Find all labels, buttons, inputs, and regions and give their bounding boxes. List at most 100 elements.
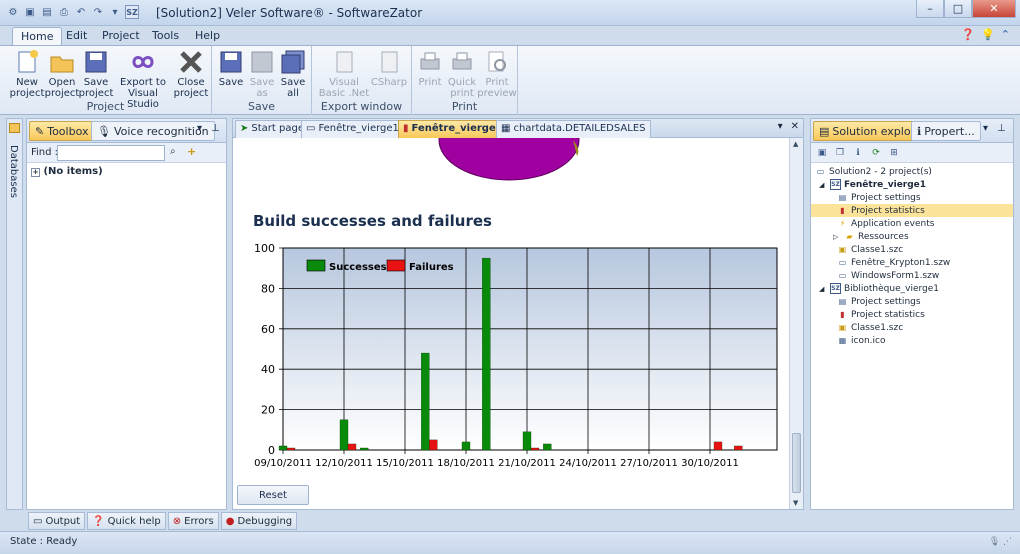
document-tabs: ➤ Start page ▭ Fenêtre_vierge1* ▮ Fenêtr…: [232, 118, 804, 138]
bar-successes: [482, 257, 491, 451]
tree-item[interactable]: ⚡ Application events: [837, 217, 935, 230]
new-project-button[interactable]: New project: [10, 49, 44, 99]
scroll-thumb[interactable]: [792, 433, 801, 493]
open-folder-icon: [50, 56, 74, 73]
save-project-button[interactable]: Save project: [79, 49, 113, 99]
add-icon[interactable]: +: [187, 145, 196, 158]
ribbon-tab-edit[interactable]: Edit: [58, 27, 95, 46]
legend-swatch-failures: [386, 259, 406, 272]
close-doc-icon[interactable]: ✕: [791, 121, 799, 132]
collapse-arrow-icon[interactable]: ◢: [819, 285, 827, 293]
undo-icon[interactable]: ↶: [74, 5, 88, 19]
minimize-button[interactable]: –: [916, 0, 944, 18]
title-bar: ⚙ ▣ ▤ ⎙ ↶ ↷ ▾ SZ [Solution2] Veler Softw…: [0, 0, 1020, 26]
qat-customize-icon[interactable]: ▾: [108, 5, 122, 19]
save-as-button[interactable]: Save as: [248, 49, 276, 99]
scroll-up-icon[interactable]: ▲: [793, 140, 798, 148]
y-tick-label: 80: [261, 282, 275, 295]
collapse-ribbon-icon[interactable]: ⌃: [1001, 28, 1010, 41]
open-project-button[interactable]: Open project: [45, 49, 79, 99]
scroll-down-icon[interactable]: ▼: [793, 499, 798, 507]
tab-solution-explorer[interactable]: ▤ Solution explo...: [813, 121, 927, 141]
tree-item[interactable]: ◢ SZ Bibliothèque_vierge1: [819, 282, 939, 295]
tab-fenetre-vierge1[interactable]: ▮ Fenêtre_vierge1: [398, 120, 508, 138]
tab-properties[interactable]: ℹ Propert...: [911, 121, 981, 141]
tab-chartdata[interactable]: ▦ chartdata.DETAILEDSALES: [496, 120, 651, 138]
refresh-icon[interactable]: ⟳: [869, 146, 883, 159]
find-input[interactable]: [57, 145, 165, 161]
bar-chart: 0 20 40 60 80 100 09/10/2011 12/10/2011 15/10/20…: [254, 242, 778, 469]
ribbon-tab-project[interactable]: Project: [94, 27, 148, 46]
binoculars-icon[interactable]: ⌕: [170, 146, 176, 157]
panel-menu-icon[interactable]: ▾: [983, 123, 988, 134]
close-window-button[interactable]: ✕: [972, 0, 1016, 18]
tree-item[interactable]: ▭ Fenêtre_Krypton1.szw: [837, 256, 951, 269]
events-icon: ⚡: [839, 219, 846, 228]
tab-fenetre-vierge1-modified[interactable]: ▭ Fenêtre_vierge1*: [301, 120, 409, 138]
tree-item-label: icon.ico: [851, 335, 886, 346]
tree-item-label: WindowsForm1.szw: [851, 270, 940, 281]
tree-item[interactable]: ▮ Project statistics: [837, 308, 924, 321]
save-all-icon: [281, 50, 305, 74]
class-icon: ▣: [838, 323, 847, 332]
close-project-button[interactable]: Close project: [174, 49, 208, 99]
print-button[interactable]: Print: [416, 49, 444, 88]
plot-area: [282, 247, 778, 451]
tab-start-page[interactable]: ➤ Start page: [235, 120, 309, 138]
tip-icon[interactable]: 💡: [981, 28, 995, 41]
window-icon: ▭: [306, 123, 316, 134]
tab-output[interactable]: ▭ Output: [28, 512, 86, 530]
ribbon-tabs: Home Edit Project Tools Help ❓ 💡 ⌃: [0, 26, 1020, 46]
print-preview-button[interactable]: Print preview: [477, 49, 517, 99]
save-all-button[interactable]: Save all: [278, 49, 308, 99]
collapse-arrow-icon[interactable]: ◢: [819, 181, 827, 189]
x-tick-label: 09/10/2011: [254, 458, 312, 469]
debug-icon: ●: [225, 515, 235, 527]
show-all-icon[interactable]: ▣: [815, 146, 829, 159]
databases-strip[interactable]: Databases: [6, 118, 23, 510]
bar-successes: [339, 419, 349, 451]
doc-menu-icon[interactable]: ▾: [778, 121, 783, 132]
copy-icon[interactable]: ❐: [833, 146, 847, 159]
tree-item[interactable]: ▭ WindowsForm1.szw: [837, 269, 940, 282]
qat-print-icon[interactable]: ⎙: [57, 5, 71, 19]
add-item-icon[interactable]: ⊞: [887, 146, 901, 159]
bar-failures: [734, 445, 743, 451]
tab-quick-help[interactable]: ❓ Quick help: [87, 512, 166, 530]
tree-item[interactable]: ▷ ▰ Ressources: [833, 230, 909, 243]
tab-debugging[interactable]: ● Debugging: [220, 512, 298, 530]
tree-item[interactable]: ▣ Classe1.szc: [837, 321, 903, 334]
qat-saveall-icon[interactable]: ▤: [40, 5, 54, 19]
reset-button[interactable]: Reset: [237, 485, 309, 505]
ribbon-tab-home[interactable]: Home: [12, 27, 63, 46]
microphone-status-icon[interactable]: 🎙 ⋰: [989, 537, 1012, 547]
tree-item[interactable]: ▦ icon.ico: [837, 334, 886, 347]
quick-print-button[interactable]: Quick print: [446, 49, 478, 99]
ribbon-tab-tools[interactable]: Tools: [144, 27, 187, 46]
panel-menu-icon[interactable]: ▾: [197, 123, 202, 134]
export-vb-button[interactable]: Visual Basic .Net: [318, 49, 370, 99]
qat-save-icon[interactable]: ▣: [23, 5, 37, 19]
export-csharp-button[interactable]: CSharp: [371, 49, 407, 88]
redo-icon[interactable]: ↷: [91, 5, 105, 19]
pin-icon[interactable]: ⊥: [211, 123, 220, 134]
save-button[interactable]: Save: [216, 49, 246, 88]
tree-item[interactable]: ▭ Solution2 - 2 project(s): [815, 165, 932, 178]
help-icon[interactable]: ❓: [961, 28, 975, 41]
tab-toolbox[interactable]: ✎ Toolbox: [29, 121, 95, 141]
tab-errors[interactable]: ⊗ Errors: [167, 512, 219, 530]
info-icon[interactable]: ℹ: [851, 146, 865, 159]
tree-item[interactable]: ▤ Project settings: [837, 191, 921, 204]
pin-icon[interactable]: ⊥: [997, 123, 1006, 134]
tree-item[interactable]: ◢ SZ Fenêtre_vierge1: [819, 178, 926, 191]
maximize-button[interactable]: □: [944, 0, 972, 18]
tree-item[interactable]: ▤ Project settings: [837, 295, 921, 308]
expand-arrow-icon[interactable]: ▷: [833, 233, 841, 241]
legend-label-successes: Successes: [329, 262, 387, 273]
tree-item[interactable]: ▣ Classe1.szc: [837, 243, 903, 256]
ribbon-tab-help[interactable]: Help: [187, 27, 228, 46]
tree-item[interactable]: ▮ Project statistics: [811, 204, 1013, 217]
expand-icon[interactable]: +: [31, 168, 40, 177]
window-icon: ▭: [838, 258, 847, 267]
vertical-scrollbar[interactable]: ▲ ▼: [789, 138, 803, 509]
